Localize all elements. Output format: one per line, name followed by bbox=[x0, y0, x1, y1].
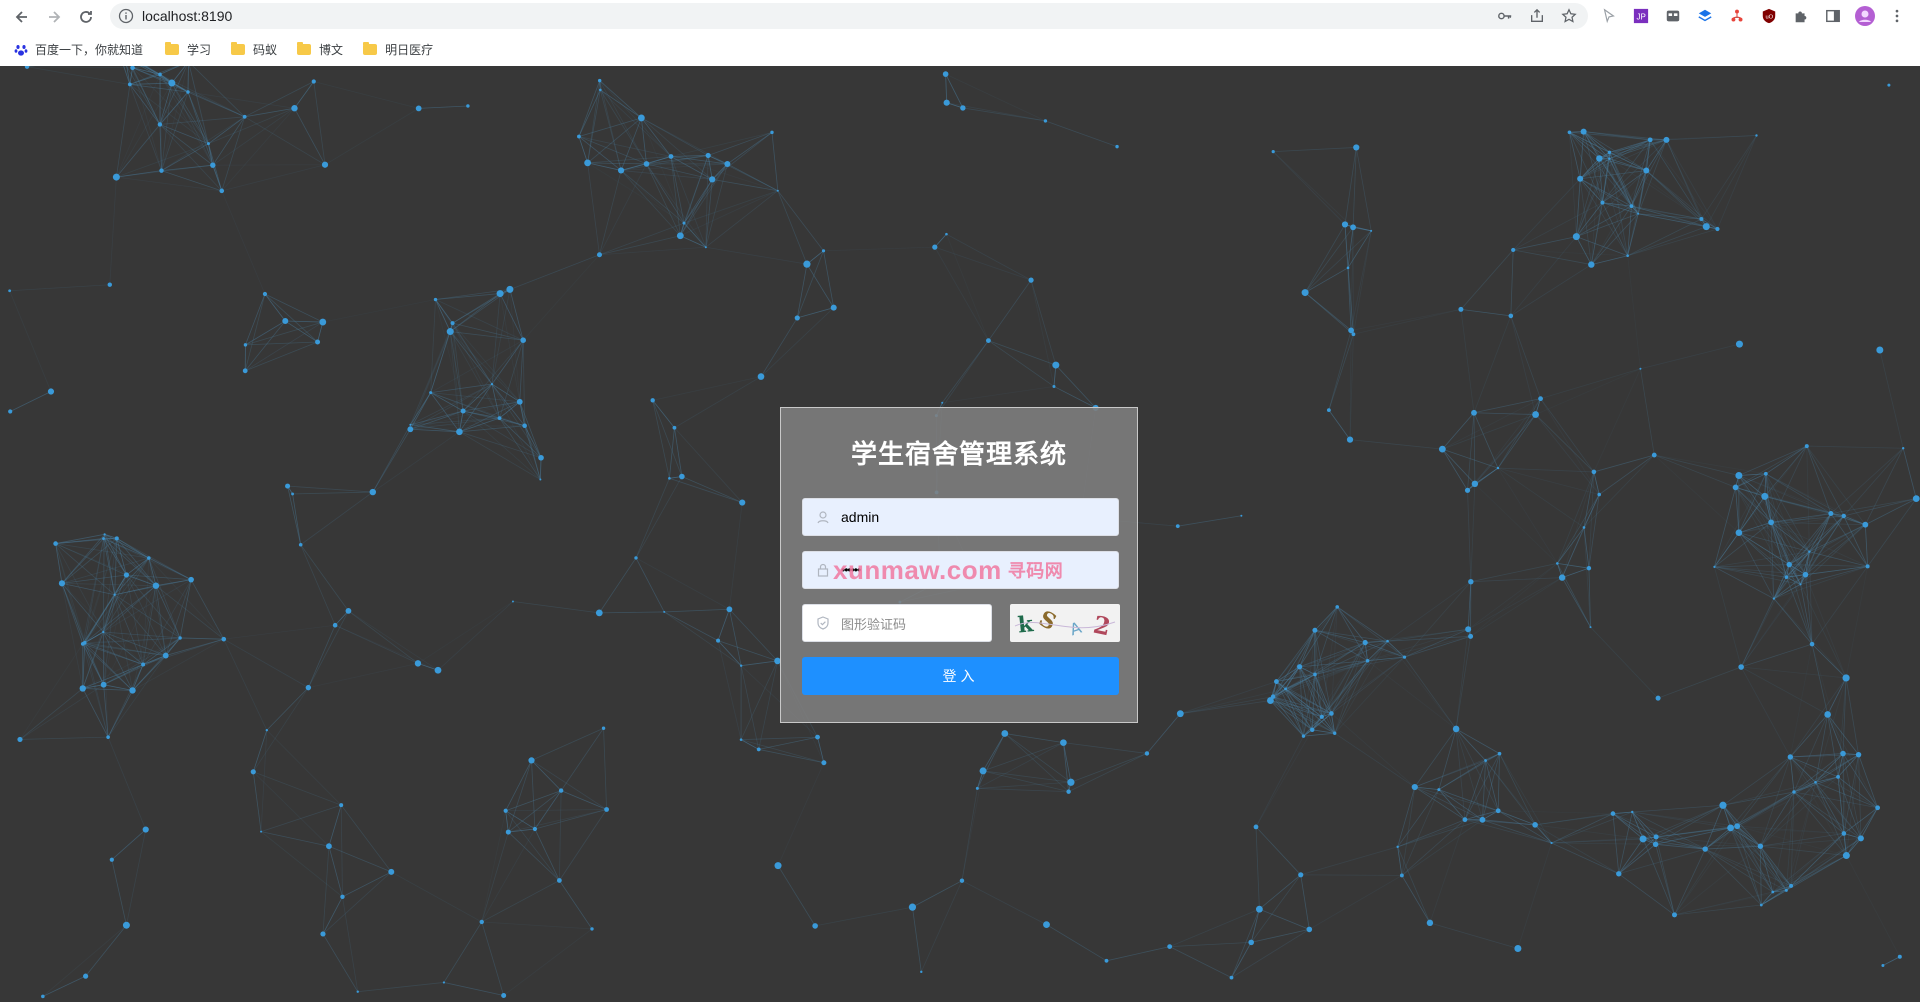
shield-check-icon bbox=[817, 616, 829, 630]
bookmarks-bar: 百度一下，你就知道 学习 码蚁 博文 明日医疗 bbox=[0, 33, 1920, 67]
arrow-right-icon bbox=[49, 10, 61, 23]
bookmark-label: 学习 bbox=[187, 43, 212, 57]
captcha-input[interactable]: 图形验证码 bbox=[802, 604, 992, 642]
bookmark-folder-bowen[interactable]: 博文 bbox=[297, 41, 343, 58]
bookmark-label: 博文 bbox=[319, 43, 344, 57]
svg-text:JP: JP bbox=[1637, 13, 1646, 22]
tree-extension-icon[interactable] bbox=[1726, 5, 1748, 27]
baidu-paw-icon bbox=[14, 44, 28, 56]
cursor-extension-icon[interactable] bbox=[1598, 5, 1620, 27]
ublock-extension-icon[interactable]: uO bbox=[1758, 5, 1780, 27]
captcha-char: A bbox=[1068, 618, 1084, 639]
captcha-char: S bbox=[1034, 606, 1060, 636]
page-title: 学生宿舍管理系统 bbox=[850, 439, 1067, 469]
bookmark-folder-study[interactable]: 学习 bbox=[165, 41, 211, 58]
bookmark-baidu[interactable]: 百度一下，你就知道 bbox=[14, 41, 143, 58]
menu-kebab-icon[interactable] bbox=[1886, 5, 1908, 27]
bookmark-label: 明日医疗 bbox=[385, 43, 434, 57]
login-panel: 学生宿舍管理系统 admin •••••• xunmaw.com 寻码网 图形验… bbox=[780, 407, 1138, 723]
browser-toolbar: localhost:8190 JP uO bbox=[0, 0, 1920, 33]
captcha-graphic: k S A 2 bbox=[1014, 606, 1116, 641]
jsonviewer-extension-icon[interactable]: JP bbox=[1630, 5, 1652, 27]
side-panel-icon[interactable] bbox=[1822, 5, 1844, 27]
bookmark-label: 码蚁 bbox=[253, 43, 278, 57]
bookmark-folder-mingri[interactable]: 明日医疗 bbox=[363, 41, 433, 58]
devtools-extension-icon[interactable] bbox=[1662, 5, 1684, 27]
reload-icon bbox=[80, 10, 92, 23]
password-value[interactable]: •••••• bbox=[841, 563, 861, 577]
user-icon bbox=[817, 511, 829, 524]
bookmark-folder-mayi[interactable]: 码蚁 bbox=[231, 41, 277, 58]
reload-button[interactable] bbox=[70, 3, 102, 31]
page-viewport: 学生宿舍管理系统 admin •••••• xunmaw.com 寻码网 图形验… bbox=[0, 66, 1920, 1002]
folder-icon bbox=[165, 42, 180, 55]
svg-text:uO: uO bbox=[1765, 15, 1773, 21]
address-bar[interactable]: localhost:8190 bbox=[110, 3, 1588, 29]
layers-extension-icon[interactable] bbox=[1694, 5, 1716, 27]
lock-icon bbox=[817, 563, 829, 577]
puzzle-extensions-icon[interactable] bbox=[1790, 5, 1812, 27]
username-value[interactable]: admin bbox=[841, 509, 879, 525]
back-button[interactable] bbox=[6, 3, 38, 31]
captcha-image[interactable]: k S A 2 bbox=[1010, 604, 1120, 642]
captcha-placeholder: 图形验证码 bbox=[841, 616, 907, 632]
share-icon[interactable] bbox=[1528, 7, 1546, 25]
star-icon[interactable] bbox=[1560, 7, 1578, 25]
username-field[interactable]: admin bbox=[802, 498, 1119, 536]
arrow-left-icon bbox=[15, 10, 27, 23]
key-icon[interactable] bbox=[1496, 7, 1514, 25]
profile-avatar-icon[interactable] bbox=[1854, 5, 1876, 27]
bookmark-label: 百度一下，你就知道 bbox=[35, 43, 144, 57]
password-field[interactable]: •••••• bbox=[802, 551, 1119, 589]
login-button[interactable]: 登入 bbox=[802, 657, 1119, 695]
info-icon[interactable] bbox=[118, 8, 134, 24]
url-text[interactable]: localhost:8190 bbox=[142, 8, 232, 24]
folder-icon bbox=[297, 42, 312, 55]
forward-button[interactable] bbox=[38, 3, 70, 31]
folder-icon bbox=[231, 42, 246, 55]
folder-icon bbox=[363, 42, 378, 55]
